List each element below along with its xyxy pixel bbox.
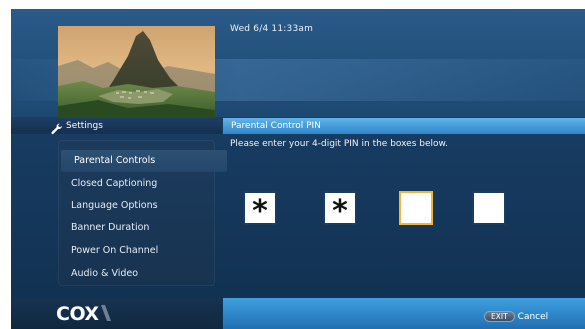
menu-item-label: Parental Controls	[74, 155, 156, 166]
menu-item-label: Closed Captioning	[71, 178, 158, 189]
cox-logo: COX	[55, 302, 115, 325]
exit-key-button[interactable]: EXIT	[484, 311, 515, 322]
footer-left	[11, 298, 222, 329]
pin-digit-value: *	[332, 194, 348, 229]
settings-header: Settings	[11, 118, 222, 135]
menu-item-language-options[interactable]: Language Options	[58, 195, 215, 217]
pin-digit-2[interactable]: *	[323, 191, 357, 229]
menu-item-label: Audio & Video	[71, 268, 139, 279]
panel-title: Parental Control PIN	[231, 121, 321, 131]
preview-thumbnail	[58, 26, 215, 119]
menu-item-power-on-channel[interactable]: Power On Channel	[58, 240, 215, 262]
mountain-image	[58, 26, 215, 119]
menu-item-closed-captioning[interactable]: Closed Captioning	[58, 173, 215, 195]
menu-item-audio-video[interactable]: Audio & Video	[58, 263, 215, 285]
menu-item-banner-duration[interactable]: Banner Duration	[58, 217, 215, 239]
pin-digit-3[interactable]	[399, 191, 433, 225]
settings-menu: Parental Controls Closed Captioning Lang…	[58, 140, 227, 286]
menu-item-parental-controls[interactable]: Parental Controls	[61, 150, 227, 172]
wrench-icon	[51, 120, 63, 135]
cancel-label: Cancel	[517, 311, 549, 322]
pin-digit-value: *	[252, 194, 268, 229]
screen: Wed 6/4 11:33am Settings Parental Contro…	[0, 0, 585, 329]
menu-item-label: Banner Duration	[71, 222, 150, 233]
pin-instruction: Please enter your 4-digit PIN in the box…	[230, 139, 448, 149]
pin-digit-4[interactable]	[472, 191, 506, 225]
menu-item-label: Power On Channel	[71, 245, 159, 256]
menu-item-label: Language Options	[71, 200, 158, 211]
exit-control[interactable]: EXIT Cancel	[484, 311, 548, 322]
datetime: Wed 6/4 11:33am	[230, 24, 314, 34]
settings-title: Settings	[66, 121, 103, 131]
panel-header: Parental Control PIN	[223, 118, 585, 134]
pin-digit-1[interactable]: *	[243, 191, 277, 229]
tv-screen: Wed 6/4 11:33am Settings Parental Contro…	[11, 9, 585, 329]
cox-logo-text: COX	[56, 303, 99, 324]
